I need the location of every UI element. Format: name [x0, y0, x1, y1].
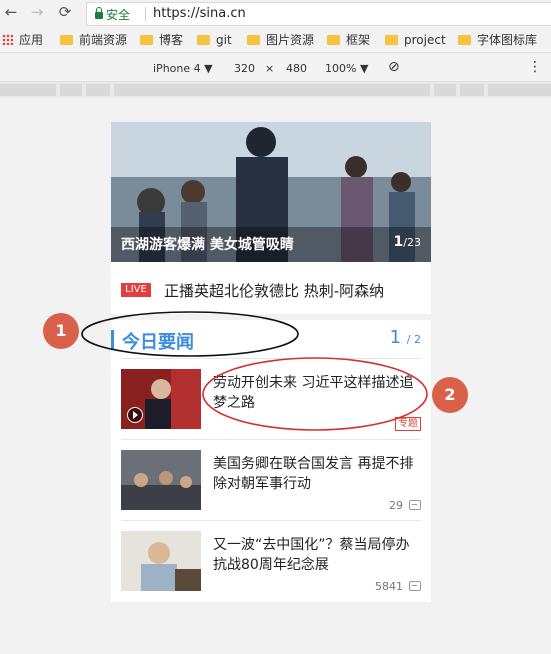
ruler-segment[interactable] — [0, 84, 56, 96]
secure-label: 安全 — [106, 8, 131, 22]
bookmark-label: 前端资源 — [79, 33, 128, 47]
ruler-segment[interactable] — [488, 84, 551, 96]
news-thumbnail[interactable] — [121, 450, 201, 510]
comment-count-value: 29 — [389, 499, 403, 512]
news-thumbnail[interactable] — [121, 369, 201, 429]
comment-icon — [409, 500, 421, 510]
rotate-icon[interactable]: ⊘ — [388, 59, 400, 75]
folder-icon — [247, 35, 260, 45]
carousel-total: /23 — [403, 236, 421, 249]
comment-count[interactable]: 29 — [389, 499, 421, 512]
topic-badge: 专题 — [395, 417, 421, 431]
news-list: 劳动开创未来 习近平这样描述追梦之路 专题 美国务卿在联合国发言 再提不排除对朝… — [121, 358, 421, 601]
news-title[interactable]: 又一波“去中国化”？蔡当局停办抗战80周年纪念展 — [213, 535, 423, 575]
ruler-segment[interactable] — [60, 84, 82, 96]
live-badge: LIVE — [121, 283, 151, 297]
news-title[interactable]: 美国务卿在联合国发言 再提不排除对朝军事行动 — [213, 454, 423, 494]
folder-icon — [140, 35, 153, 45]
section-accent-bar — [111, 330, 114, 350]
dimension-separator: × — [265, 62, 275, 75]
comment-count[interactable]: 5841 — [375, 580, 421, 593]
bookmark-label: 框架 — [346, 33, 371, 47]
carousel-index: 1 — [393, 234, 404, 250]
bookmark-folder[interactable]: 前端资源 — [60, 32, 127, 48]
media-query-ruler — [0, 82, 551, 98]
live-headline[interactable]: LIVE 正播英超北伦敦德比 热刺-阿森纳 — [111, 262, 431, 320]
folder-icon — [327, 35, 340, 45]
bookmarks-bar: 应用 前端资源 博客 git 图片资源 框架 project 字体图标库 — [0, 28, 551, 53]
viewport-width[interactable]: 320 — [234, 62, 255, 75]
bookmark-folder[interactable]: 框架 — [327, 32, 370, 48]
device-toolbar: iPhone 4 ▼ 320 × 480 100% ▼ ⊘ ⋮ — [0, 55, 551, 82]
lock-icon — [95, 7, 103, 19]
pager-total: / 2 — [406, 333, 421, 346]
address-bar[interactable]: 安全 https://sina.cn — [86, 2, 551, 26]
ruler-segment[interactable] — [114, 84, 430, 96]
bookmark-folder[interactable]: 图片资源 — [247, 32, 314, 48]
ruler-segment[interactable] — [86, 84, 110, 96]
apps-grid-icon — [2, 34, 13, 45]
bookmark-label: git — [216, 33, 232, 47]
news-title[interactable]: 劳动开创未来 习近平这样描述追梦之路 — [213, 373, 423, 413]
folder-icon — [60, 35, 73, 45]
ruler-segment[interactable] — [460, 84, 484, 96]
bookmark-folder[interactable]: 博客 — [140, 32, 183, 48]
secure-indicator[interactable]: 安全 — [95, 6, 130, 23]
annotation-marker-1: 1 — [43, 313, 79, 349]
device-select[interactable]: iPhone 4 ▼ — [153, 62, 213, 75]
section-header: 今日要闻 1 / 2 — [111, 322, 431, 360]
folder-icon — [197, 35, 210, 45]
news-item[interactable]: 美国务卿在联合国发言 再提不排除对朝军事行动 29 — [121, 439, 421, 520]
bookmark-folder[interactable]: git — [197, 32, 232, 48]
bookmark-label: project — [404, 33, 446, 47]
carousel-counter: 1/23 — [394, 234, 421, 250]
folder-icon — [385, 35, 398, 45]
mobile-viewport: 西湖游客爆满 美女城管吸睛 1/23 LIVE 正播英超北伦敦德比 热刺-阿森纳… — [111, 122, 431, 602]
carousel-caption[interactable]: 西湖游客爆满 美女城管吸睛 — [121, 234, 294, 254]
section-title: 今日要闻 — [122, 332, 194, 353]
bookmark-apps[interactable]: 应用 — [2, 32, 43, 48]
url-text[interactable]: https://sina.cn — [153, 6, 246, 21]
more-options-icon[interactable]: ⋮ — [528, 59, 542, 75]
comment-count-value: 5841 — [375, 580, 403, 593]
pager-current: 1 — [389, 327, 402, 348]
bookmark-label: 图片资源 — [266, 33, 315, 47]
annotation-marker-2: 2 — [432, 377, 468, 413]
bookmark-folder[interactable]: project — [385, 32, 446, 48]
bookmark-folder[interactable]: 字体图标库 — [458, 32, 537, 48]
reload-icon[interactable]: ⟳ — [56, 3, 74, 21]
play-icon[interactable] — [127, 407, 143, 423]
viewport-height[interactable]: 480 — [286, 62, 307, 75]
bookmark-label: 应用 — [19, 33, 44, 47]
news-photo — [121, 450, 201, 510]
bookmark-label: 字体图标库 — [477, 33, 538, 47]
section-pager[interactable]: 1 / 2 — [390, 327, 421, 348]
bookmark-label: 博客 — [159, 33, 184, 47]
live-headline-text[interactable]: 正播英超北伦敦德比 热刺-阿森纳 — [164, 280, 384, 301]
news-thumbnail[interactable] — [121, 531, 201, 591]
folder-icon — [458, 35, 471, 45]
browser-toolbar: ← → ⟳ 安全 https://sina.cn — [0, 0, 551, 26]
ruler-segment[interactable] — [434, 84, 456, 96]
news-item[interactable]: 又一波“去中国化”？蔡当局停办抗战80周年纪念展 5841 — [121, 520, 421, 601]
zoom-select[interactable]: 100% ▼ — [325, 62, 368, 75]
back-arrow-icon[interactable]: ← — [2, 3, 20, 21]
comment-icon — [409, 581, 421, 591]
news-photo — [121, 531, 201, 591]
forward-arrow-icon[interactable]: → — [28, 3, 46, 21]
news-item[interactable]: 劳动开创未来 习近平这样描述追梦之路 专题 — [121, 358, 421, 439]
photo-carousel[interactable]: 西湖游客爆满 美女城管吸睛 1/23 — [111, 122, 431, 262]
divider — [145, 7, 146, 21]
